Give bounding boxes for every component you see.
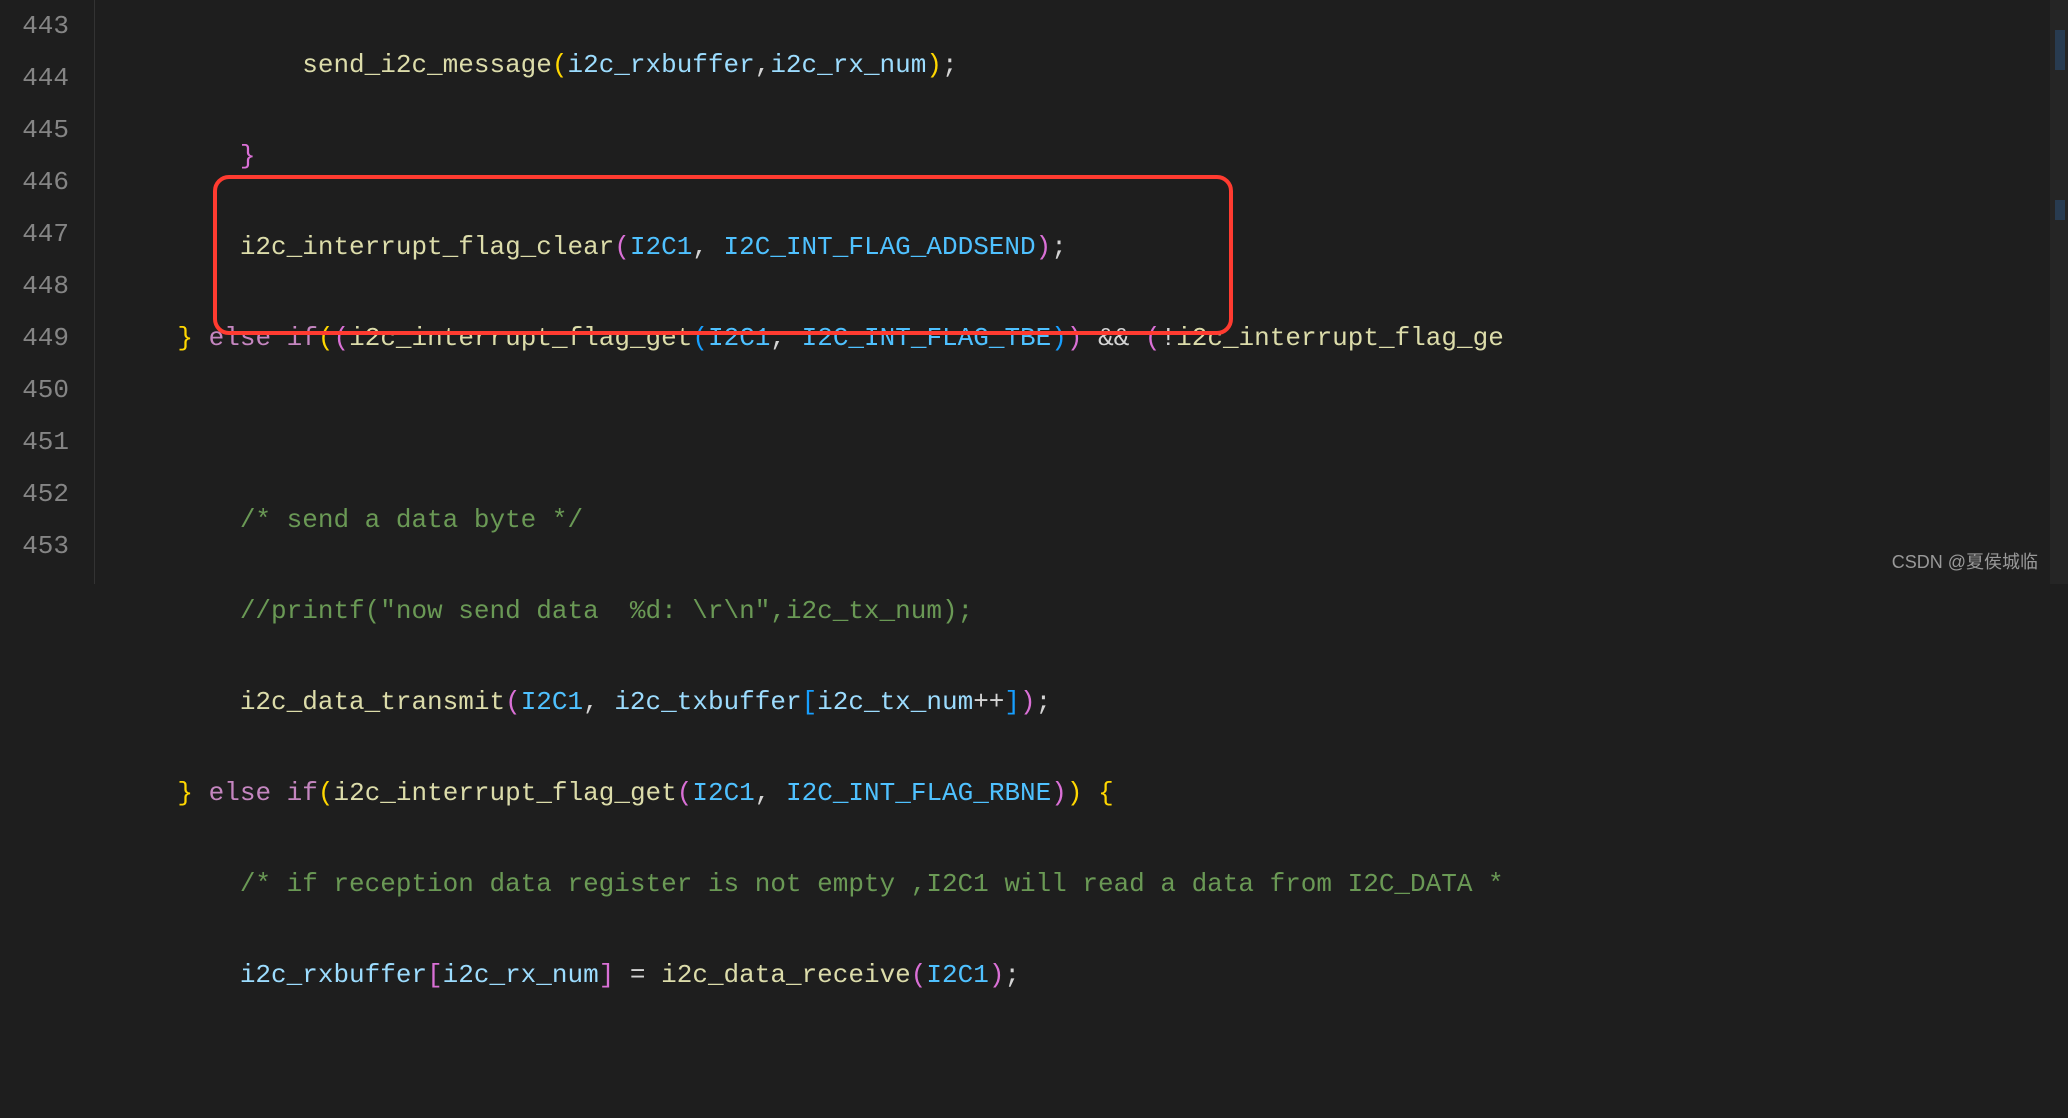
code-line[interactable] (115, 403, 2068, 455)
line-number: 443 (0, 0, 69, 52)
code-line[interactable]: /* send a data byte */ (115, 494, 2068, 546)
line-number: 447 (0, 208, 69, 260)
code-line[interactable]: } else if(i2c_interrupt_flag_get(I2C1, I… (115, 767, 2068, 819)
line-number: 445 (0, 104, 69, 156)
function-call: i2c_data_receive (661, 960, 911, 990)
code-line[interactable]: } else if((i2c_interrupt_flag_get(I2C1, … (115, 312, 2068, 364)
code-line[interactable]: i2c_rxbuffer[i2c_rx_num] = i2c_data_rece… (115, 949, 2068, 1001)
constant: I2C_INT_FLAG_ADDSEND (724, 232, 1036, 262)
constant: I2C_INT_FLAG_TBE (802, 323, 1052, 353)
comment: /* send a data byte */ (240, 505, 583, 535)
constant: I2C1 (708, 323, 770, 353)
function-call: send_i2c_message (302, 50, 552, 80)
line-number: 448 (0, 260, 69, 312)
code-area[interactable]: send_i2c_message(i2c_rxbuffer,i2c_rx_num… (95, 0, 2068, 584)
comment: //printf("now send data %d: \r\n",i2c_tx… (240, 596, 973, 626)
constant: I2C1 (926, 960, 988, 990)
constant: I2C1 (630, 232, 692, 262)
function-call: i2c_interrupt_flag_get (334, 778, 677, 808)
code-line[interactable]: } (115, 130, 2068, 182)
line-number: 453 (0, 520, 69, 572)
function-call: i2c_interrupt_flag_get (349, 323, 692, 353)
code-line[interactable]: i2c_interrupt_flag_clear(I2C1, I2C_INT_F… (115, 221, 2068, 273)
line-number: 451 (0, 416, 69, 468)
line-number: 444 (0, 52, 69, 104)
minimap-scrollbar[interactable] (2050, 0, 2068, 584)
variable: i2c_rxbuffer (567, 50, 754, 80)
line-number: 449 (0, 312, 69, 364)
constant: I2C1 (521, 687, 583, 717)
code-editor[interactable]: 443 444 445 446 447 448 449 450 451 452 … (0, 0, 2068, 584)
keyword: if (287, 323, 318, 353)
line-number: 452 (0, 468, 69, 520)
function-call: i2c_interrupt_flag_ge (1176, 323, 1504, 353)
comment: /* if reception data register is not emp… (240, 869, 1504, 899)
keyword: else (209, 323, 271, 353)
variable: i2c_tx_num (817, 687, 973, 717)
line-number: 450 (0, 364, 69, 416)
minimap-mark (2055, 30, 2065, 70)
code-line[interactable]: //printf("now send data %d: \r\n",i2c_tx… (115, 585, 2068, 637)
variable: i2c_rx_num (443, 960, 599, 990)
keyword: if (287, 778, 318, 808)
keyword: else (209, 778, 271, 808)
line-number: 446 (0, 156, 69, 208)
minimap-mark (2055, 200, 2065, 220)
constant: I2C1 (692, 778, 754, 808)
variable: i2c_txbuffer (614, 687, 801, 717)
watermark: CSDN @夏侯城临 (1892, 549, 2038, 576)
function-call: i2c_interrupt_flag_clear (240, 232, 614, 262)
code-line[interactable]: i2c_data_transmit(I2C1, i2c_txbuffer[i2c… (115, 676, 2068, 728)
code-line[interactable]: send_i2c_message(i2c_rxbuffer,i2c_rx_num… (115, 39, 2068, 91)
code-line[interactable]: /* if reception data register is not emp… (115, 858, 2068, 910)
constant: I2C_INT_FLAG_RBNE (786, 778, 1051, 808)
function-call: i2c_data_transmit (240, 687, 505, 717)
line-number-gutter: 443 444 445 446 447 448 449 450 451 452 … (0, 0, 95, 584)
variable: i2c_rxbuffer (240, 960, 427, 990)
variable: i2c_rx_num (770, 50, 926, 80)
